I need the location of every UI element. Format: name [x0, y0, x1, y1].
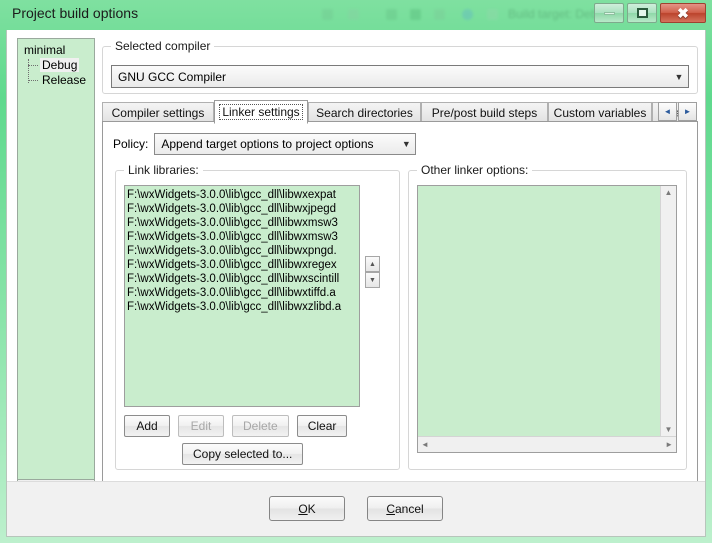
dialog-client-area: minimal Debug Release ◄ ‖‖ ► Selected co… — [6, 30, 706, 537]
tree-item-release[interactable]: Release — [40, 73, 88, 87]
tab-compiler-settings[interactable]: Compiler settings — [102, 102, 214, 122]
move-down-button[interactable]: ▼ — [365, 272, 380, 288]
tree-connector-release — [28, 80, 38, 81]
tab-label: Custom variables — [553, 105, 647, 120]
tree-item-debug[interactable]: Debug — [40, 58, 80, 72]
policy-select-value: Append target options to project options — [161, 137, 374, 151]
list-item[interactable]: F:\wxWidgets-3.0.0\lib\gcc_dll\libwxscin… — [127, 272, 359, 286]
ghost-toolbar-icon-2 — [348, 9, 359, 20]
list-item[interactable]: F:\wxWidgets-3.0.0\lib\gcc_dll\libwxmsw3 — [127, 216, 359, 230]
ghost-toolbar-icon-6 — [462, 9, 473, 20]
policy-select[interactable]: Append target options to project options… — [154, 133, 417, 155]
scroll-left-icon[interactable]: ◄ — [418, 438, 432, 451]
tab-scroll-next-button[interactable]: ► — [678, 102, 697, 121]
cancel-button[interactable]: Cancel — [367, 496, 443, 521]
tab-search-directories[interactable]: Search directories — [308, 102, 421, 122]
ghost-toolbar-icon-7 — [487, 9, 498, 20]
compiler-select-value: GNU GCC Compiler — [118, 69, 227, 84]
project-build-options-window: Project build options Build target: Debu… — [0, 0, 712, 543]
chevron-left-icon: ◄ — [663, 107, 672, 116]
scroll-down-icon[interactable]: ▼ — [662, 423, 676, 436]
list-item[interactable]: F:\wxWidgets-3.0.0\lib\gcc_dll\libwxexpa… — [127, 188, 359, 202]
window-title: Project build options — [12, 5, 139, 21]
tab-label: Search directories — [316, 105, 413, 120]
ghost-toolbar-icon-3 — [386, 9, 397, 20]
tab-scroll-prev-button[interactable]: ◄ — [658, 102, 677, 121]
reorder-buttons: ▲ ▼ — [365, 256, 380, 288]
cancel-label-rest: ancel — [394, 501, 424, 516]
scroll-right-icon[interactable]: ► — [662, 438, 676, 451]
restore-icon — [636, 8, 648, 18]
add-button[interactable]: Add — [124, 415, 170, 437]
ghost-toolbar-icon-5 — [434, 9, 445, 20]
chevron-down-icon[interactable]: ▼ — [397, 139, 415, 149]
other-linker-options-group: Other linker options: ▲ ▼ ◄ ► — [408, 163, 687, 470]
link-libraries-legend: Link libraries: — [124, 163, 203, 177]
tab-label: Compiler settings — [111, 105, 205, 120]
tab-label: Pre/post build steps — [431, 105, 538, 120]
link-libraries-list[interactable]: F:\wxWidgets-3.0.0\lib\gcc_dll\libwxexpa… — [124, 185, 360, 407]
list-item[interactable]: F:\wxWidgets-3.0.0\lib\gcc_dll\libwxpngd… — [127, 244, 359, 258]
clear-button[interactable]: Clear — [296, 415, 348, 437]
tree-item-root[interactable]: minimal — [24, 43, 65, 57]
minimize-button[interactable] — [594, 3, 624, 23]
ok-accel-letter: O — [298, 501, 308, 516]
arrow-down-icon: ▼ — [369, 276, 376, 284]
compiler-select[interactable]: GNU GCC Compiler ▼ — [111, 65, 689, 88]
list-item[interactable]: F:\wxWidgets-3.0.0\lib\gcc_dll\libwxtiff… — [127, 286, 359, 300]
selected-compiler-group: Selected compiler GNU GCC Compiler ▼ — [102, 39, 698, 94]
minimize-icon — [603, 11, 615, 15]
window-controls: ✖ — [594, 3, 706, 23]
arrow-up-icon: ▲ — [369, 260, 376, 268]
dialog-action-buttons: OK Cancel — [269, 496, 443, 521]
close-icon: ✖ — [677, 5, 689, 21]
other-linker-options-editor[interactable]: ▲ ▼ ◄ ► — [417, 185, 677, 453]
list-item[interactable]: F:\wxWidgets-3.0.0\lib\gcc_dll\libwxjpeg… — [127, 202, 359, 216]
restore-button[interactable] — [627, 3, 657, 23]
policy-label: Policy: — [113, 137, 149, 151]
delete-button: Delete — [232, 415, 289, 437]
close-button[interactable]: ✖ — [660, 3, 706, 23]
list-item[interactable]: F:\wxWidgets-3.0.0\lib\gcc_dll\libwxzlib… — [127, 300, 359, 314]
cancel-accel-letter: C — [386, 501, 395, 516]
chevron-right-icon: ► — [683, 107, 692, 116]
other-linker-options-legend: Other linker options: — [417, 163, 533, 177]
tree-connector-debug — [28, 65, 38, 66]
link-libraries-buttons: Add Edit Delete Clear — [124, 415, 348, 437]
other-options-vertical-scrollbar[interactable]: ▲ ▼ — [660, 186, 676, 436]
link-libraries-group: Link libraries: F:\wxWidgets-3.0.0\lib\g… — [115, 163, 400, 470]
list-item[interactable]: F:\wxWidgets-3.0.0\lib\gcc_dll\libwxrege… — [127, 258, 359, 272]
chevron-down-icon[interactable]: ▼ — [670, 72, 688, 82]
settings-tabstrip[interactable]: Compiler settings Linker settings Search… — [102, 100, 698, 124]
title-bar: Project build options Build target: Debu… — [0, 0, 712, 30]
tab-custom-variables[interactable]: Custom variables — [548, 102, 652, 122]
ghost-toolbar-icon-4 — [410, 9, 421, 20]
dialog-footer: OK Cancel — [7, 481, 705, 536]
copy-selected-to-button[interactable]: Copy selected to... — [182, 443, 304, 465]
scroll-up-icon[interactable]: ▲ — [662, 186, 676, 199]
list-item[interactable]: F:\wxWidgets-3.0.0\lib\gcc_dll\libwxmsw3 — [127, 230, 359, 244]
tab-label: Linker settings — [219, 104, 303, 120]
other-options-horizontal-scrollbar[interactable]: ◄ ► — [418, 436, 676, 452]
ok-button[interactable]: OK — [269, 496, 345, 521]
policy-row: Policy: Append target options to project… — [113, 133, 417, 155]
tab-linker-settings[interactable]: Linker settings — [214, 100, 308, 124]
selected-compiler-legend: Selected compiler — [111, 39, 215, 53]
ok-label-rest: K — [307, 501, 316, 516]
edit-button: Edit — [178, 415, 224, 437]
options-pane: Selected compiler GNU GCC Compiler ▼ Com… — [102, 38, 698, 511]
linker-settings-panel: Policy: Append target options to project… — [102, 121, 698, 511]
move-up-button[interactable]: ▲ — [365, 256, 380, 272]
copy-selected-row: Copy selected to... — [182, 443, 304, 465]
tab-pre-post-build-steps[interactable]: Pre/post build steps — [421, 102, 548, 122]
build-targets-tree[interactable]: minimal Debug Release — [17, 38, 95, 480]
ghost-toolbar-icon-1 — [322, 9, 333, 20]
other-linker-options-textarea[interactable] — [418, 186, 660, 436]
